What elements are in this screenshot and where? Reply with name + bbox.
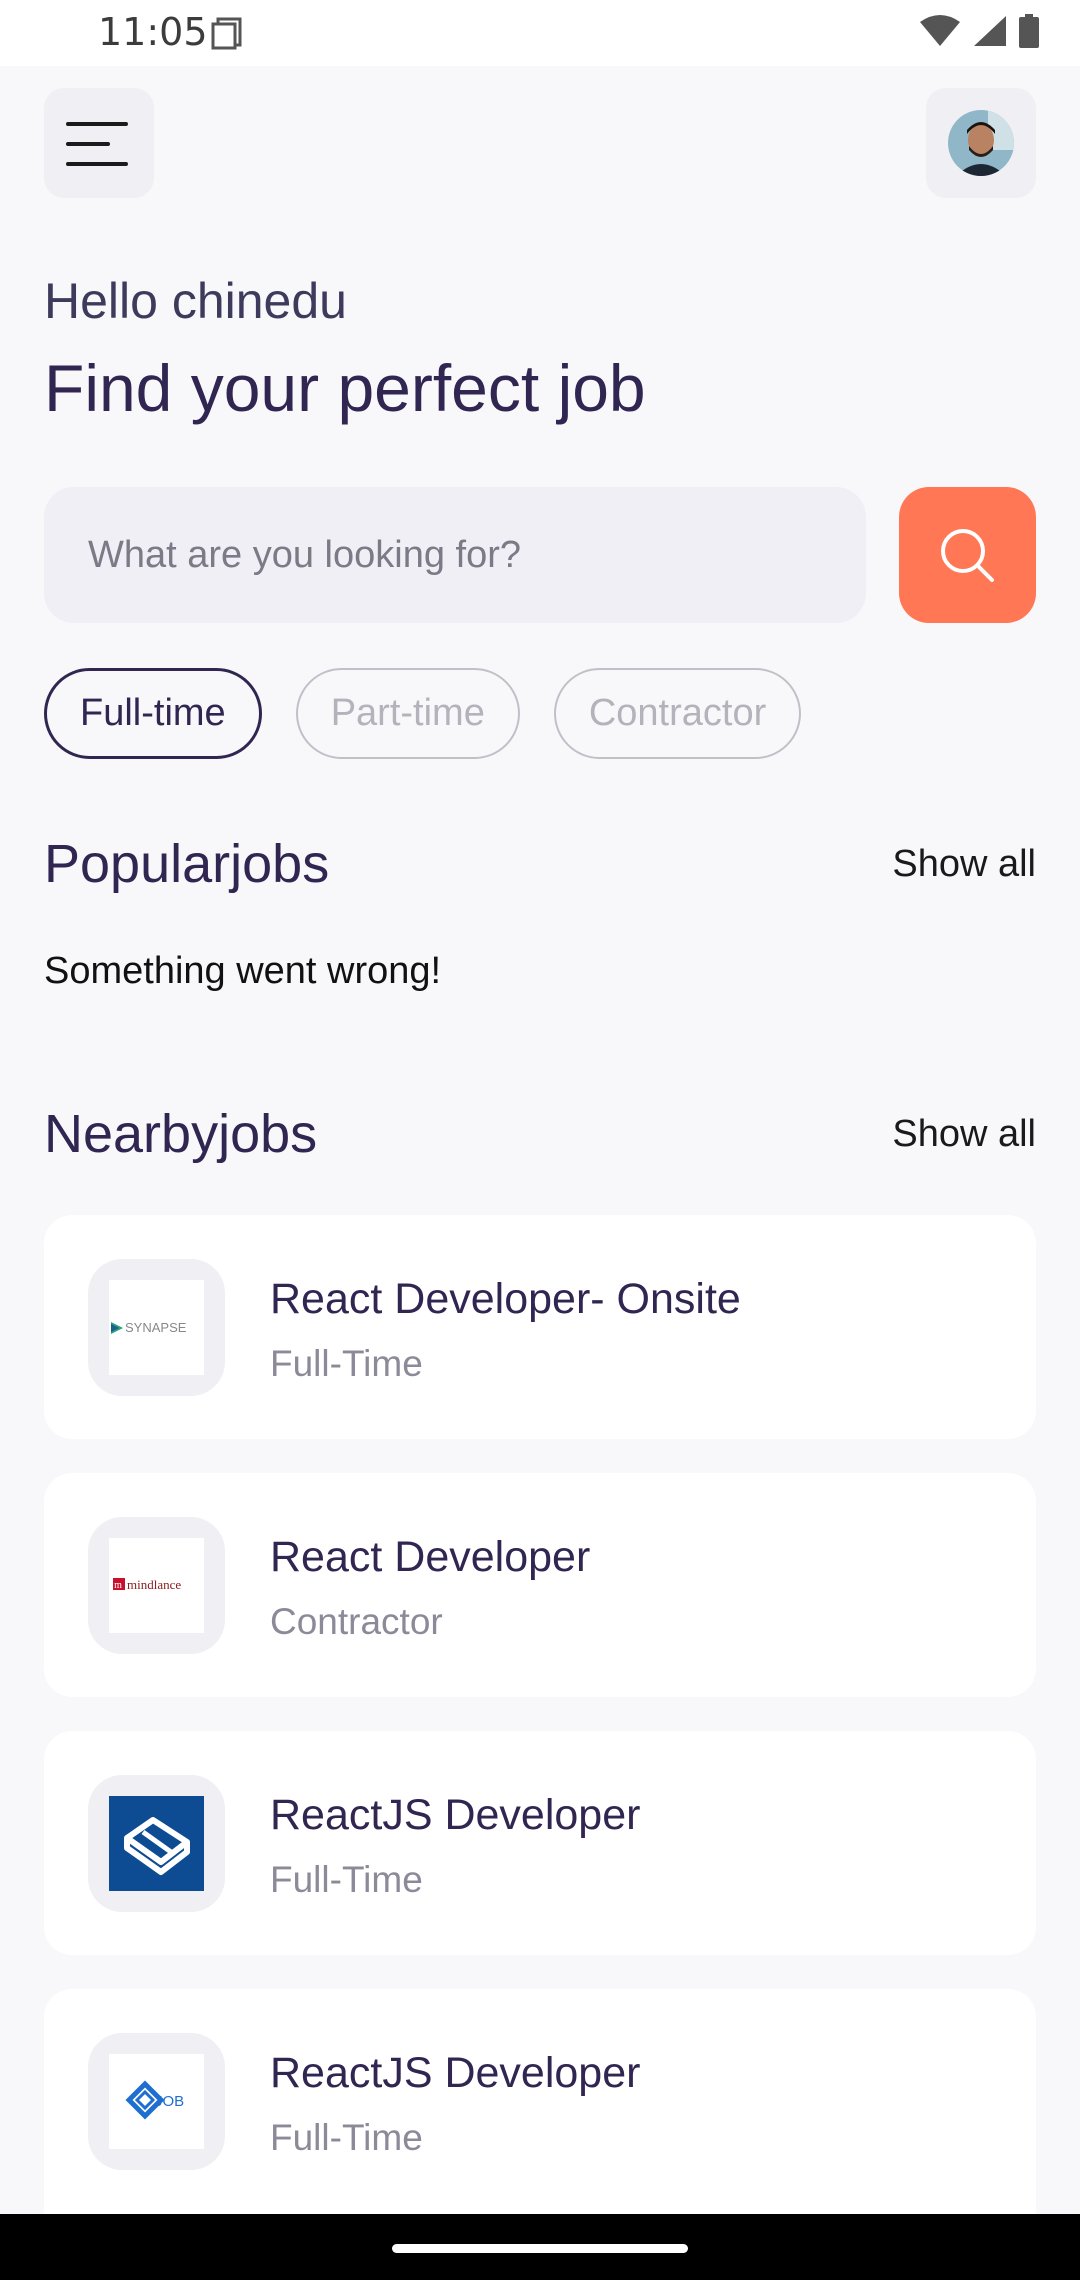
job-type: Full-Time (270, 1859, 423, 1900)
company-logo-frame: JOB (88, 2033, 225, 2170)
company-logo-frame (88, 1775, 225, 1912)
menu-button[interactable] (44, 88, 154, 198)
job-card[interactable]: ReactJS Developer Full-Time (44, 1731, 1036, 1955)
status-time: 11:05 (98, 10, 208, 54)
page-title: Find your perfect job (44, 351, 646, 425)
popular-show-all-button[interactable]: Show all (892, 843, 1036, 886)
popular-jobs-title: Popularjobs (44, 834, 330, 894)
company-logo: JOB (109, 2054, 204, 2149)
sd-card-icon (211, 17, 242, 50)
job-type-tabs: Full-time Part-time Contractor (44, 668, 802, 759)
svg-text:m: m (114, 1580, 122, 1591)
greeting-text: Hello chinedu (44, 273, 347, 329)
avatar (948, 110, 1014, 176)
search-input[interactable] (88, 487, 828, 623)
nearby-jobs-title: Nearbyjobs (44, 1104, 318, 1164)
search-container (44, 487, 866, 623)
tab-full-time[interactable]: Full-time (44, 668, 262, 759)
job-title: ReactJS Developer (270, 2049, 641, 2097)
tab-part-time[interactable]: Part-time (295, 668, 520, 759)
search-icon (941, 529, 994, 582)
job-type: Contractor (270, 1601, 443, 1642)
menu-icon (66, 122, 128, 166)
battery-icon (1019, 14, 1039, 48)
company-logo (109, 1796, 204, 1891)
status-bar: 11:05 (0, 0, 1080, 66)
search-button[interactable] (899, 487, 1036, 623)
popular-error-message: Something went wrong! (44, 950, 442, 992)
job-title: React Developer- Onsite (270, 1275, 741, 1323)
job-card[interactable]: m mindlance React Developer Contractor (44, 1473, 1036, 1697)
home-gesture-handle[interactable] (392, 2244, 688, 2253)
system-nav-bar (0, 2214, 1080, 2280)
job-type: Full-Time (270, 2117, 423, 2158)
job-card[interactable]: JOB ReactJS Developer Full-Time (44, 1989, 1036, 2214)
company-logo-frame: m mindlance (88, 1517, 225, 1654)
nearby-show-all-button[interactable]: Show all (892, 1113, 1036, 1156)
tab-contractor[interactable]: Contractor (553, 668, 802, 759)
wifi-icon (920, 15, 960, 46)
company-logo: SYNAPSE (109, 1280, 204, 1375)
svg-text:mindlance: mindlance (127, 1577, 181, 1592)
signal-icon (974, 16, 1006, 46)
job-title: React Developer (270, 1533, 591, 1581)
profile-button[interactable] (926, 88, 1036, 198)
status-icons (918, 14, 1040, 48)
job-card[interactable]: SYNAPSE React Developer- Onsite Full-Tim… (44, 1215, 1036, 1439)
svg-text:JOB: JOB (155, 2093, 184, 2110)
job-type: Full-Time (270, 1343, 423, 1384)
job-title: ReactJS Developer (270, 1791, 641, 1839)
svg-text:SYNAPSE: SYNAPSE (125, 1320, 187, 1335)
company-logo-frame: SYNAPSE (88, 1259, 225, 1396)
company-logo: m mindlance (109, 1538, 204, 1633)
